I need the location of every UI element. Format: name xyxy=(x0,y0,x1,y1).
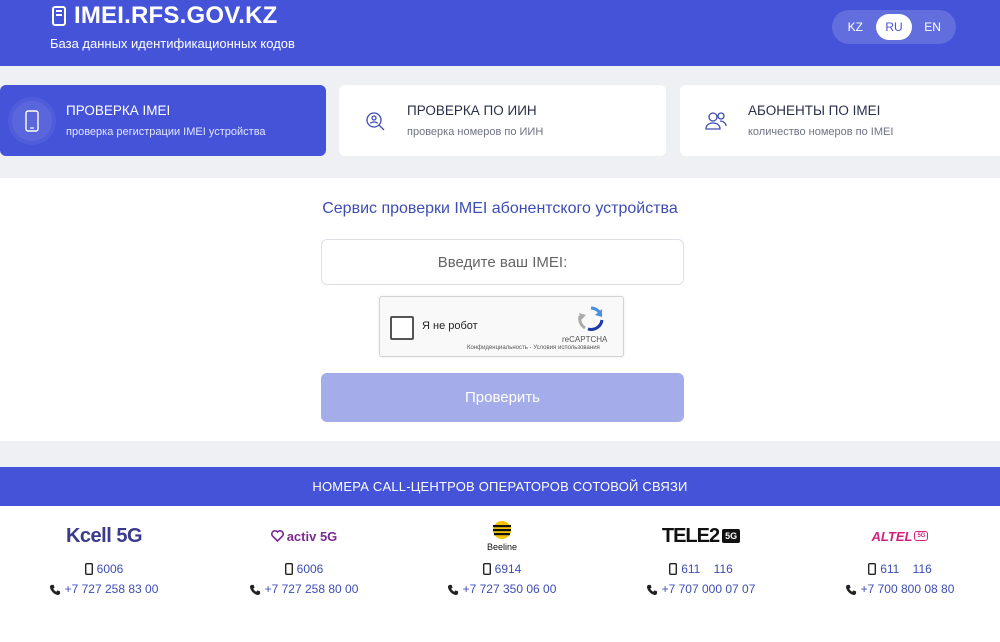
site-header: IMEI.RFS.GOV.KZ База данных идентификаци… xyxy=(0,0,1000,66)
recaptcha-privacy-links[interactable]: Конфиденциальность - Условия использован… xyxy=(467,345,600,351)
operator-tele2: TELE2 5G 611 116 +7 707 000 07 07 xyxy=(601,506,801,642)
beeline-bee-icon xyxy=(493,521,511,539)
site-logo[interactable]: IMEI.RFS.GOV.KZ xyxy=(52,2,277,30)
operator-short-number[interactable]: 611 116 xyxy=(800,562,1000,576)
operator-altel: ALTEL 5G 611 116 +7 700 800 08 80 xyxy=(800,506,1000,642)
user-search-icon xyxy=(355,101,395,141)
call-centers-list: Kcell 5G 6006 +7 727 258 83 00 activ 5G … xyxy=(0,506,1000,642)
service-title: Сервис проверки IMEI абонентского устрой… xyxy=(322,200,678,217)
recaptcha-brand: reCAPTCHA xyxy=(562,335,608,344)
users-icon xyxy=(696,101,736,141)
mobile-icon xyxy=(84,563,93,575)
kcell-logo: Kcell 5G xyxy=(65,524,143,547)
tab-imei-check[interactable]: ПРОВЕРКА IMEI проверка регистрации IMEI … xyxy=(0,85,326,156)
mobile-icon xyxy=(868,563,877,575)
operator-activ: activ 5G 6006 +7 727 258 80 00 xyxy=(204,506,404,642)
phone-handset-icon xyxy=(49,584,60,595)
recaptcha-label: Я не робот xyxy=(422,320,478,332)
mobile-icon xyxy=(669,563,678,575)
tab-subtitle: проверка номеров по ИИН xyxy=(407,126,544,138)
phone-icon xyxy=(12,100,52,141)
tab-subscribers-by-imei[interactable]: АБОНЕНТЫ ПО IMEI количество номеров по I… xyxy=(680,85,1000,156)
tab-title: ПРОВЕРКА IMEI xyxy=(66,103,171,118)
activ-logo: activ 5G xyxy=(204,516,404,556)
lang-en-button[interactable]: EN xyxy=(915,14,951,40)
operator-short-number[interactable]: 6006 xyxy=(204,562,404,576)
beeline-logo: Beeline xyxy=(402,516,602,556)
tab-subtitle: проверка регистрации IMEI устройства xyxy=(66,126,266,138)
phone-handset-icon xyxy=(646,584,657,595)
imei-input[interactable] xyxy=(321,239,684,285)
language-switcher: KZ RU EN xyxy=(832,10,956,44)
tab-subtitle: количество номеров по IMEI xyxy=(748,126,894,138)
operator-beeline: Beeline 6914 +7 727 350 06 00 xyxy=(402,506,602,642)
site-subtitle: База данных идентификационных кодов xyxy=(50,36,295,51)
operator-phone-number[interactable]: +7 727 258 83 00 xyxy=(4,582,204,596)
phone-handset-icon xyxy=(447,584,458,595)
operator-kcell: Kcell 5G 6006 +7 727 258 83 00 xyxy=(4,506,204,642)
lang-kz-button[interactable]: KZ xyxy=(837,14,873,40)
phone-handset-icon xyxy=(845,584,856,595)
lang-ru-button[interactable]: RU xyxy=(875,14,912,40)
operator-phone-number[interactable]: +7 727 258 80 00 xyxy=(204,582,404,596)
operator-phone-number[interactable]: +7 700 800 08 80 xyxy=(800,582,1000,596)
phone-handset-icon xyxy=(249,584,260,595)
operator-phone-number[interactable]: +7 707 000 07 07 xyxy=(601,582,801,596)
mobile-icon xyxy=(284,563,293,575)
tele2-logo: TELE2 5G xyxy=(601,516,801,556)
tab-title: ПРОВЕРКА ПО ИИН xyxy=(407,103,537,118)
imei-check-panel: Сервис проверки IMEI абонентского устрой… xyxy=(0,178,1000,441)
altel-logo: ALTEL 5G xyxy=(800,516,1000,556)
recaptcha-icon xyxy=(578,306,604,331)
operator-short-number[interactable]: 6006 xyxy=(4,562,204,576)
check-button[interactable]: Проверить xyxy=(321,373,684,422)
operator-short-number[interactable]: 6914 xyxy=(402,562,602,576)
phone-icon xyxy=(52,6,66,26)
mobile-icon xyxy=(482,563,491,575)
call-centers-heading: НОМЕРА CALL-ЦЕНТРОВ ОПЕРАТОРОВ СОТОВОЙ С… xyxy=(0,467,1000,506)
tab-title: АБОНЕНТЫ ПО IMEI xyxy=(748,103,881,118)
recaptcha-checkbox[interactable] xyxy=(390,316,414,340)
recaptcha-widget: Я не робот reCAPTCHA Конфиденциальность … xyxy=(379,296,624,357)
heart-icon xyxy=(270,530,284,542)
site-title: IMEI.RFS.GOV.KZ xyxy=(74,2,278,29)
tab-iin-check[interactable]: ПРОВЕРКА ПО ИИН проверка номеров по ИИН xyxy=(339,85,666,156)
operator-short-number[interactable]: 611 116 xyxy=(601,562,801,576)
operator-phone-number[interactable]: +7 727 350 06 00 xyxy=(402,582,602,596)
